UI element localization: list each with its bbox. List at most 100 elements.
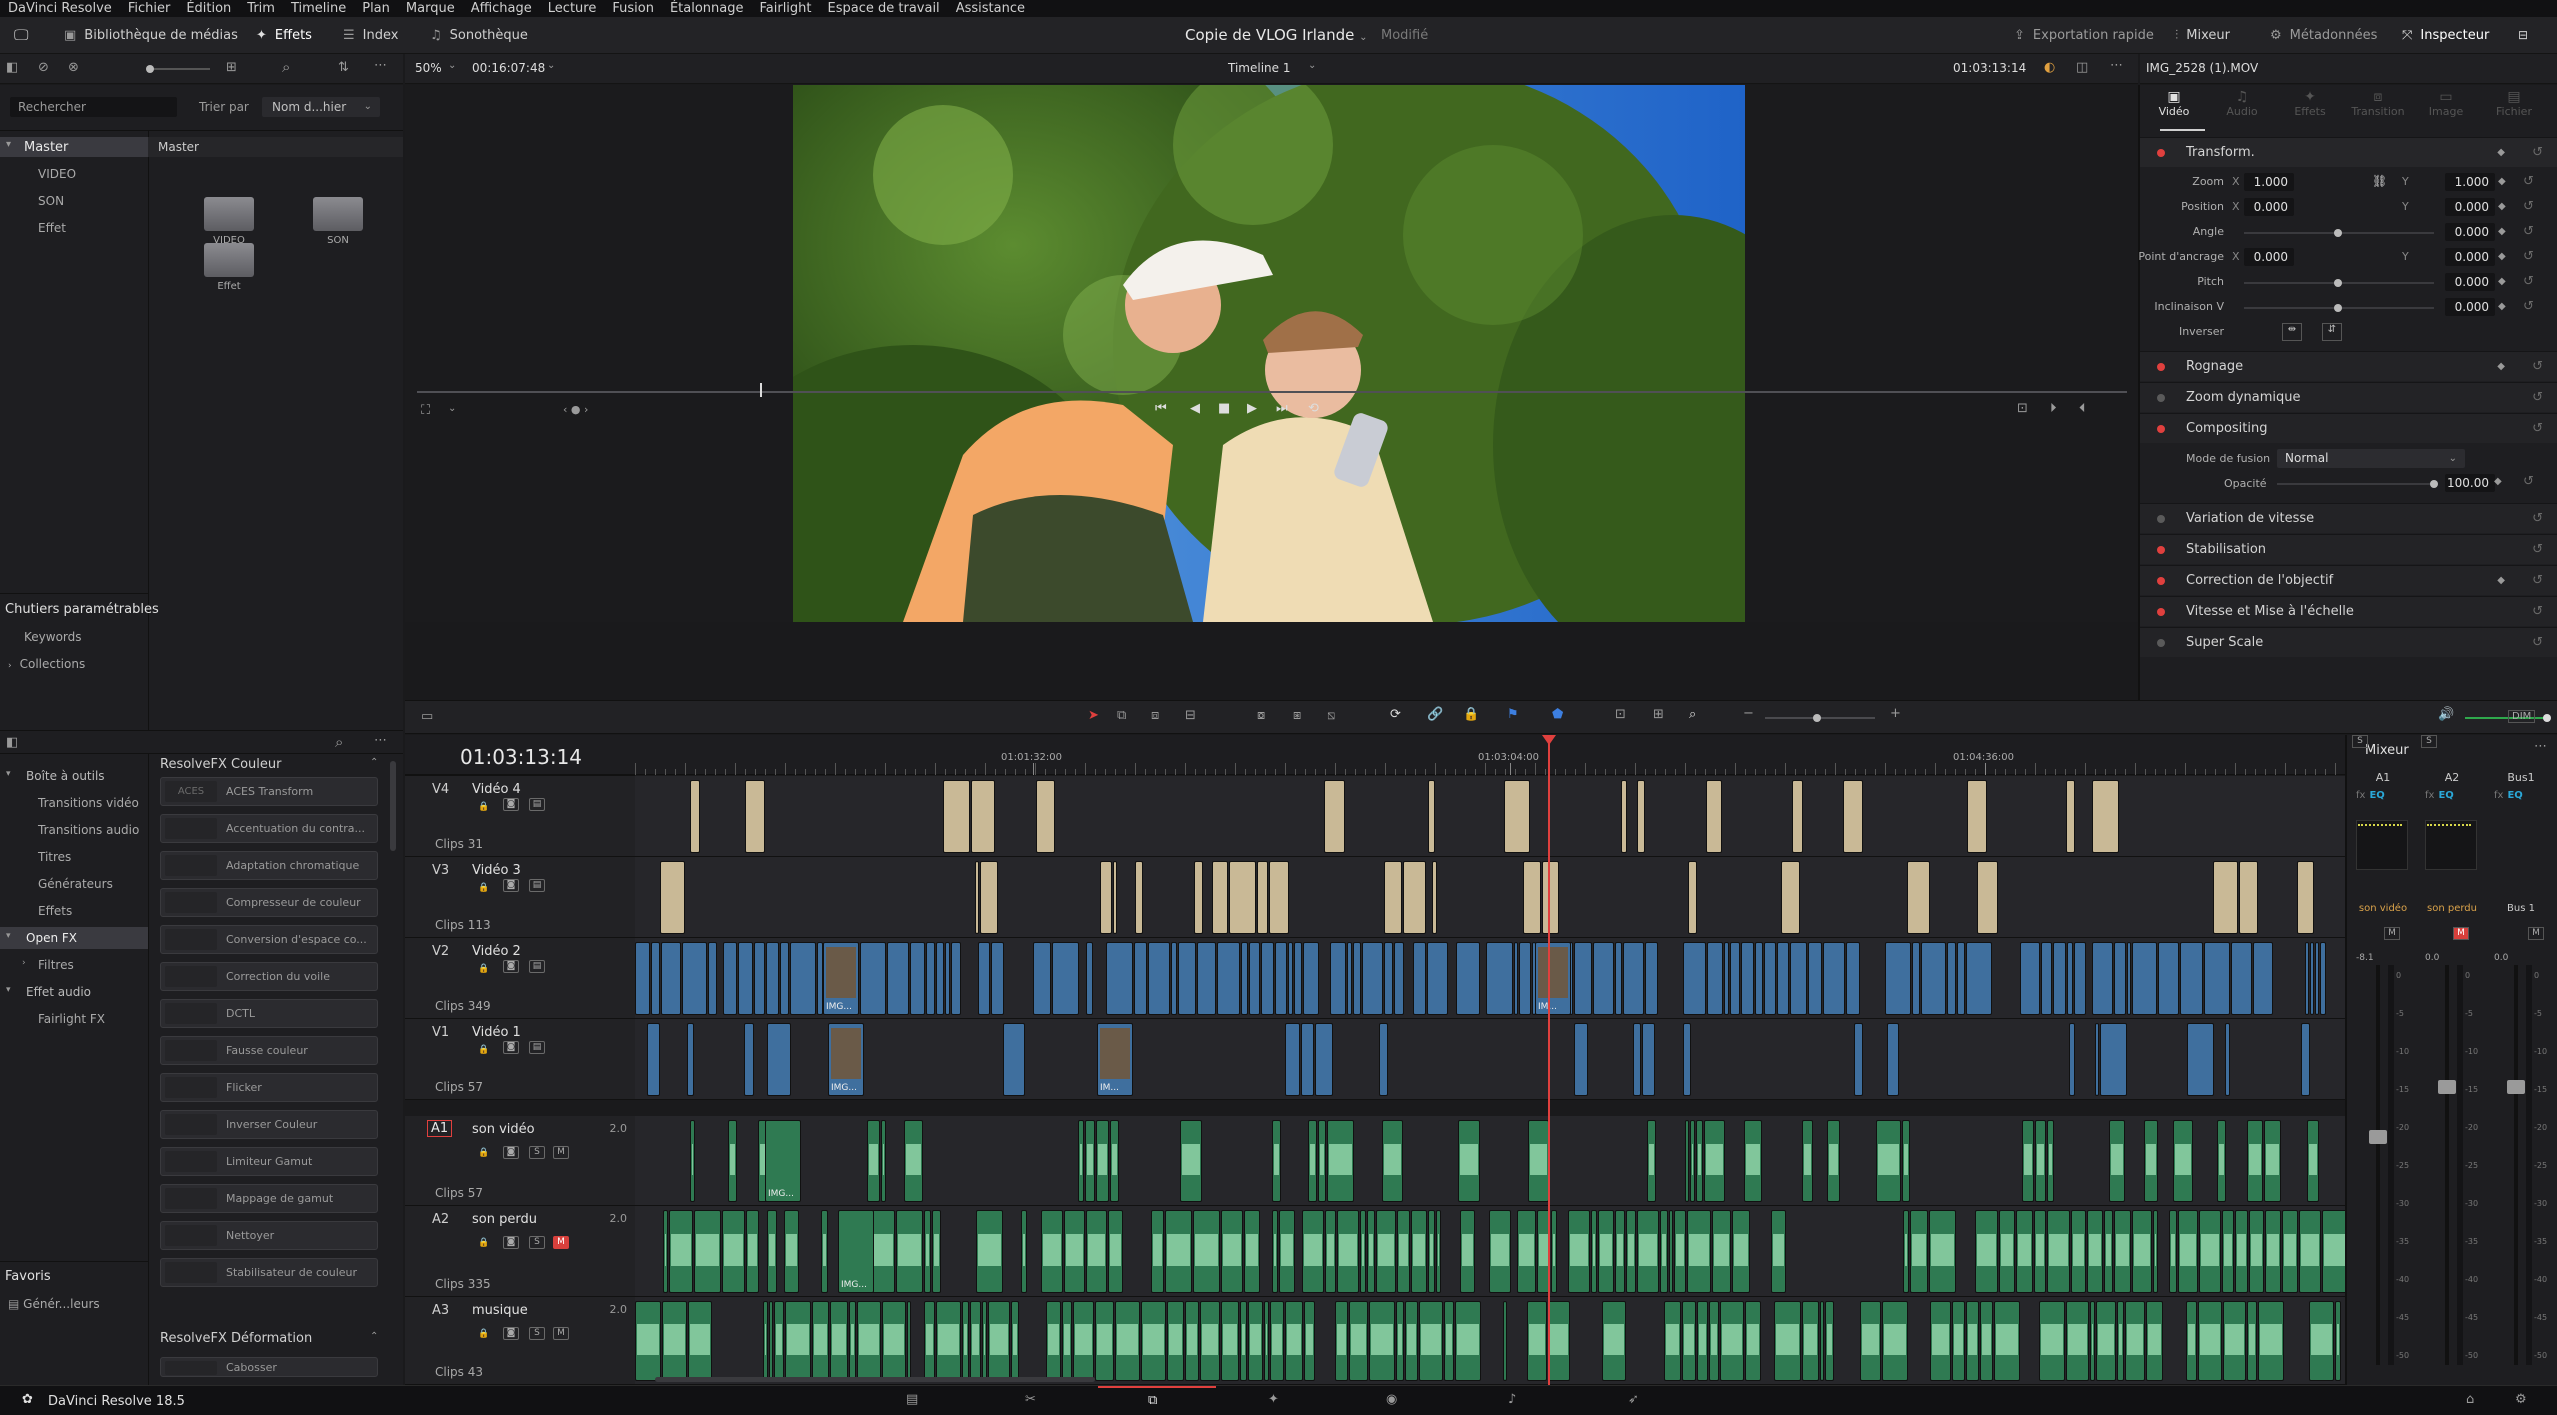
clip[interactable]: [1108, 1210, 1123, 1293]
clip[interactable]: [1217, 942, 1240, 1015]
clip[interactable]: [2041, 942, 2052, 1015]
clip[interactable]: [2322, 1210, 2345, 1293]
clip[interactable]: [1264, 1301, 1269, 1381]
clip[interactable]: [1428, 1210, 1435, 1293]
clip[interactable]: [1221, 1301, 1239, 1381]
clip[interactable]: [1593, 942, 1614, 1015]
clip[interactable]: [896, 1210, 923, 1293]
clip[interactable]: [2047, 1120, 2054, 1202]
clip[interactable]: [1574, 942, 1592, 1015]
clip[interactable]: [1011, 1301, 1019, 1381]
clip[interactable]: [1777, 942, 1789, 1015]
clip[interactable]: [2231, 942, 2252, 1015]
clip[interactable]: [1519, 942, 1531, 1015]
smart-bin-1[interactable]: › Collections: [8, 657, 85, 671]
clip[interactable]: [1086, 942, 1093, 1015]
clip[interactable]: [1876, 1120, 1901, 1202]
menu-10[interactable]: Étalonnage: [662, 1, 752, 16]
clip[interactable]: [1135, 861, 1143, 934]
quick-export-button[interactable]: ⇪ Exportation rapide: [2014, 17, 2154, 54]
clip[interactable]: [881, 1120, 886, 1202]
clip[interactable]: [1021, 1210, 1027, 1293]
clip[interactable]: [1272, 1120, 1281, 1202]
clip[interactable]: [1411, 1210, 1427, 1293]
clip[interactable]: [738, 942, 753, 1015]
clip[interactable]: [1882, 1301, 1908, 1381]
clip[interactable]: [945, 942, 950, 1015]
clip[interactable]: [1427, 942, 1448, 1015]
solo-button[interactable]: S: [2421, 735, 2437, 748]
clip[interactable]: [2335, 1301, 2341, 1381]
enable-toggle[interactable]: [2157, 608, 2165, 616]
clip[interactable]: [1781, 861, 1800, 934]
clip[interactable]: [1885, 942, 1911, 1015]
clip[interactable]: [1912, 942, 1920, 1015]
next-clip-icon[interactable]: ⏴: [2079, 401, 2086, 416]
clip[interactable]: [2100, 1023, 2127, 1096]
volume-icon[interactable]: 🔊: [2438, 707, 2454, 722]
menu-4[interactable]: Timeline: [283, 1, 354, 16]
value[interactable]: 0.000: [2445, 298, 2495, 316]
clip[interactable]: [1994, 1301, 2020, 1381]
clip[interactable]: [1514, 942, 1518, 1015]
clip[interactable]: [1664, 1301, 1681, 1381]
track-lane-v3[interactable]: [635, 857, 2345, 938]
viewer-scrubber[interactable]: [417, 391, 2127, 393]
keyframe-icon[interactable]: ◆: [2497, 352, 2505, 382]
project-title[interactable]: Copie de VLOG Irlande ⌄: [1185, 17, 1376, 54]
snapping-icon[interactable]: ⟳: [1390, 707, 1401, 722]
clip[interactable]: [767, 1210, 777, 1293]
scrubber-playhead[interactable]: [760, 383, 762, 397]
clip[interactable]: [1327, 1120, 1354, 1202]
previous-clip-icon[interactable]: ⏵: [2050, 401, 2057, 416]
home-icon[interactable]: ⌂: [2466, 1392, 2474, 1407]
bin-master[interactable]: ▾ Master: [0, 137, 148, 157]
clip[interactable]: [2127, 942, 2131, 1015]
clip[interactable]: [1755, 942, 1763, 1015]
index-button[interactable]: ☰ Index: [343, 17, 398, 54]
fx-item-12[interactable]: Nettoyer: [160, 1221, 378, 1250]
inspector-tab-5[interactable]: ▤ Fichier: [2480, 89, 2548, 129]
zoom-detail-icon[interactable]: ⊞: [1653, 707, 1664, 722]
fx-item-13[interactable]: Stabilisateur de couleur: [160, 1258, 378, 1287]
clip[interactable]: [2198, 1301, 2222, 1381]
clip[interactable]: [812, 1301, 829, 1381]
menu-0[interactable]: DaVinci Resolve: [0, 1, 120, 16]
clip[interactable]: [2016, 1210, 2033, 1293]
clip[interactable]: [1100, 861, 1112, 934]
panel-expand-icon[interactable]: ⊟: [2518, 17, 2528, 54]
clip[interactable]: [1720, 1301, 1744, 1381]
clip[interactable]: [1337, 1210, 1359, 1293]
clip[interactable]: [1073, 1301, 1094, 1381]
fx-tree-item-7[interactable]: › Filtres: [0, 954, 148, 976]
clip[interactable]: [1257, 861, 1268, 934]
fx-item-10[interactable]: Limiteur Gamut: [160, 1147, 378, 1176]
link-icon[interactable]: 🔗: [1427, 707, 1443, 722]
clip[interactable]: [971, 780, 995, 853]
dual-viewer-icon[interactable]: ◫: [2076, 60, 2088, 75]
clip[interactable]: [1591, 1210, 1597, 1293]
clip[interactable]: [1036, 780, 1055, 853]
track-header-v1[interactable]: V1 Vidéo 1 🔒 ◙ ▤ Clips 57: [405, 1019, 635, 1100]
reset-icon[interactable]: ↺: [2523, 474, 2534, 489]
clip[interactable]: [745, 780, 765, 853]
clip[interactable]: [976, 1210, 1003, 1293]
clip[interactable]: [1724, 942, 1729, 1015]
clip[interactable]: [2132, 942, 2157, 1015]
clip[interactable]: [1615, 1210, 1625, 1293]
clip[interactable]: [1682, 1301, 1696, 1381]
timeline-zoom-slider[interactable]: [1765, 714, 1875, 722]
clip[interactable]: [2258, 1301, 2284, 1381]
track-header-v2[interactable]: V2 Vidéo 2 🔒 ◙ ▤ Clips 349: [405, 938, 635, 1019]
clip[interactable]: [2235, 1210, 2248, 1293]
clip[interactable]: [1455, 1301, 1481, 1381]
clip[interactable]: [1285, 1023, 1300, 1096]
clip[interactable]: [1353, 942, 1361, 1015]
clip-labeled[interactable]: IMG...: [838, 1210, 874, 1293]
clip[interactable]: [1229, 861, 1256, 934]
clip[interactable]: [1456, 942, 1480, 1015]
clip[interactable]: [2039, 1301, 2065, 1381]
fx-eq-row[interactable]: fx EQ: [2425, 790, 2454, 801]
clip[interactable]: [647, 1023, 660, 1096]
clip[interactable]: [767, 1023, 791, 1096]
